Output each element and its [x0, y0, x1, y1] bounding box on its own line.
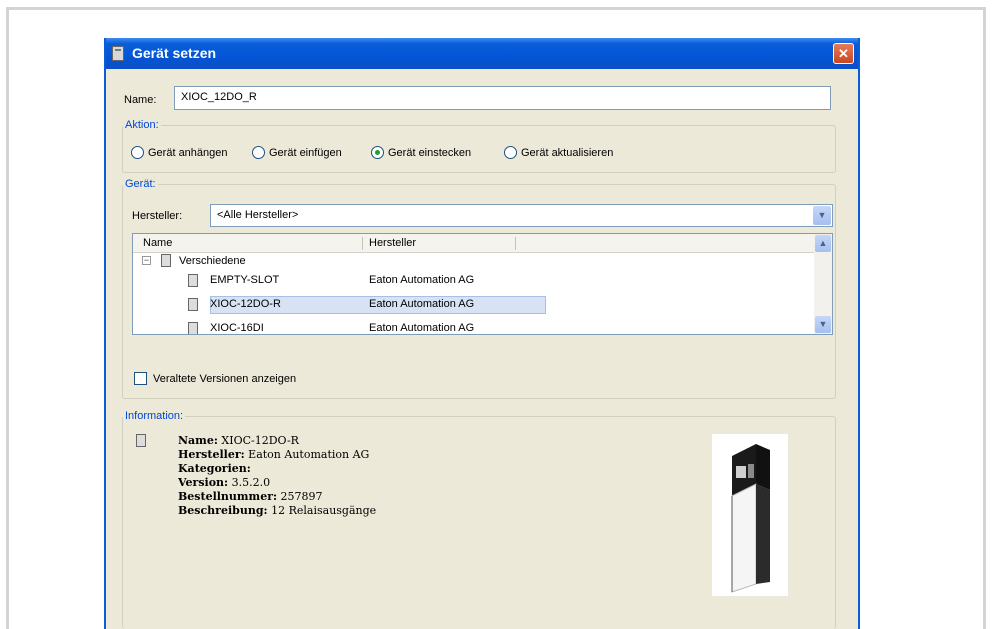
tree-collapse-icon[interactable]: − [142, 256, 151, 265]
show-old-versions-label: Veraltete Versionen anzeigen [153, 372, 297, 385]
list-item[interactable]: EMPTY-SLOT Eaton Automation AG [133, 272, 814, 289]
radio-attach[interactable]: Gerät anhängen [131, 146, 228, 159]
item-hersteller: Eaton Automation AG [369, 274, 475, 286]
radio-attach-label: Gerät anhängen [148, 146, 228, 159]
device-icon [136, 434, 146, 447]
hersteller-select[interactable]: <Alle Hersteller> ▼ [210, 204, 833, 227]
set-device-dialog: Gerät setzen ✕ Name: XIOC_12DO_R Aktion:… [104, 38, 860, 629]
info-bestellnummer: Bestellnummer: 257897 [178, 490, 323, 503]
information-title: Information: [123, 410, 186, 422]
info-version: Version: 3.5.2.0 [178, 476, 270, 489]
info-value: XIOC-12DO-R [217, 434, 299, 447]
radio-insert[interactable]: Gerät einfügen [252, 146, 342, 159]
info-key: Beschreibung: [178, 504, 268, 517]
chevron-up-icon[interactable]: ▲ [815, 235, 831, 252]
radio-circle [504, 146, 517, 159]
radio-plug-label: Gerät einstecken [388, 146, 472, 159]
device-icon [188, 274, 198, 287]
radio-insert-label: Gerät einfügen [269, 146, 342, 159]
product-image [712, 434, 788, 596]
item-name: XIOC-16DI [210, 322, 264, 334]
column-separator [362, 237, 363, 250]
radio-circle-checked [371, 146, 384, 159]
item-name: EMPTY-SLOT [210, 274, 280, 286]
info-key: Name: [178, 434, 218, 447]
chevron-down-icon[interactable]: ▼ [813, 206, 831, 225]
hersteller-select-value: <Alle Hersteller> [217, 209, 299, 221]
dialog-title: Gerät setzen [132, 45, 217, 61]
column-hersteller[interactable]: Hersteller [369, 237, 416, 249]
column-separator [515, 237, 516, 250]
info-value: 12 Relaisausgänge [267, 504, 377, 517]
close-button[interactable]: ✕ [833, 43, 854, 64]
show-old-versions-checkbox[interactable]: Veraltete Versionen anzeigen [134, 372, 296, 385]
info-name: Name: XIOC-12DO-R [178, 434, 299, 447]
info-beschreibung: Beschreibung: 12 Relaisausgänge [178, 504, 376, 517]
radio-plug[interactable]: Gerät einstecken [371, 146, 471, 159]
info-hersteller: Hersteller: Eaton Automation AG [178, 448, 369, 461]
title-bar: Gerät setzen ✕ [106, 38, 858, 69]
radio-circle [131, 146, 144, 159]
device-list[interactable]: Name Hersteller − Verschiedene EMPTY-SLO… [132, 233, 833, 335]
info-key: Hersteller: [178, 448, 245, 461]
radio-update[interactable]: Gerät aktualisieren [504, 146, 613, 159]
info-value: 3.5.2.0 [228, 476, 271, 489]
list-item-selected[interactable]: XIOC-12DO-R Eaton Automation AG [133, 296, 814, 313]
hersteller-label: Hersteller: [132, 210, 183, 222]
info-value: Eaton Automation AG [244, 448, 370, 461]
geraet-title: Gerät: [123, 178, 158, 190]
column-name[interactable]: Name [143, 237, 172, 249]
info-value: 257897 [277, 490, 323, 503]
item-hersteller: Eaton Automation AG [369, 322, 475, 334]
item-name: XIOC-12DO-R [210, 298, 281, 310]
radio-update-label: Gerät aktualisieren [521, 146, 614, 159]
chevron-down-icon[interactable]: ▼ [815, 316, 831, 333]
aktion-group [122, 125, 836, 173]
list-item[interactable]: XIOC-16DI Eaton Automation AG [133, 320, 814, 334]
info-key: Kategorien: [178, 462, 251, 475]
aktion-title: Aktion: [123, 119, 161, 131]
close-icon: ✕ [838, 46, 849, 61]
device-icon [112, 46, 124, 61]
name-label: Name: [124, 94, 157, 106]
name-input[interactable]: XIOC_12DO_R [174, 86, 831, 110]
device-icon [188, 298, 198, 311]
tree-group-label[interactable]: Verschiedene [179, 253, 246, 270]
list-scrollbar[interactable]: ▲ ▼ [814, 234, 832, 334]
checkbox-box[interactable] [134, 372, 147, 385]
product-illustration [731, 444, 770, 593]
info-key: Version: [178, 476, 229, 489]
item-hersteller: Eaton Automation AG [369, 298, 475, 310]
list-header: Name Hersteller [133, 234, 814, 253]
device-icon [188, 322, 198, 334]
radio-circle [252, 146, 265, 159]
info-kategorien: Kategorien: [178, 462, 251, 475]
device-icon [161, 254, 171, 267]
info-key: Bestellnummer: [178, 490, 278, 503]
